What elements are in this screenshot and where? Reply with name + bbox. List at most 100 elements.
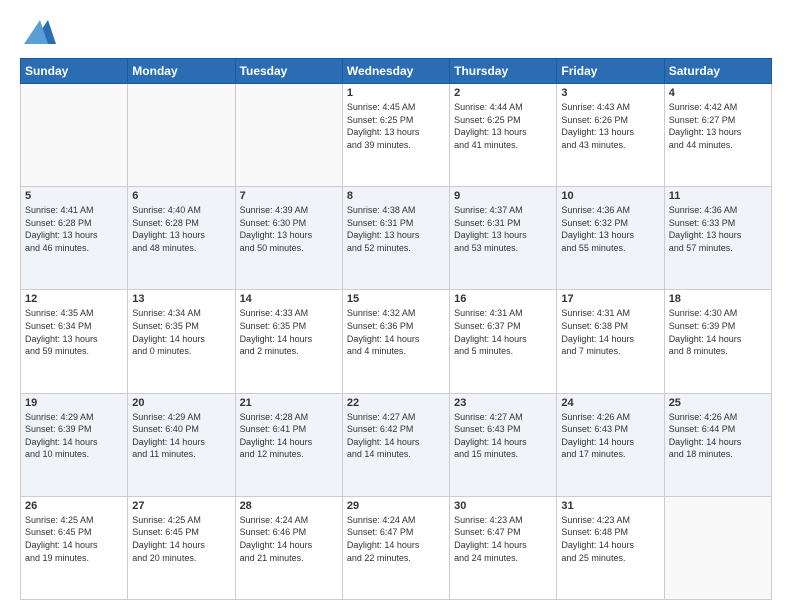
day-info: Sunrise: 4:31 AM Sunset: 6:38 PM Dayligh…	[561, 307, 659, 357]
logo-icon	[24, 16, 56, 48]
calendar-cell	[664, 496, 771, 599]
calendar-cell: 2Sunrise: 4:44 AM Sunset: 6:25 PM Daylig…	[450, 84, 557, 187]
day-info: Sunrise: 4:43 AM Sunset: 6:26 PM Dayligh…	[561, 101, 659, 151]
day-number: 9	[454, 190, 552, 202]
day-number: 31	[561, 500, 659, 512]
calendar-cell: 11 Sunrise: 4:36 AM Sunset: 6:33 PM Dayli…	[664, 187, 771, 290]
calendar-header-sunday: Sunday	[21, 59, 128, 84]
day-info: Sunrise: 4:33 AM Sunset: 6:35 PM Dayligh…	[240, 307, 338, 357]
calendar-header-friday: Friday	[557, 59, 664, 84]
calendar-cell: 14Sunrise: 4:33 AM Sunset: 6:35 PM Dayli…	[235, 290, 342, 393]
day-info: Sunrise: 4:24 AM Sunset: 6:46 PM Dayligh…	[240, 514, 338, 564]
header	[20, 16, 772, 48]
calendar-header-row: SundayMondayTuesdayWednesdayThursdayFrid…	[21, 59, 772, 84]
day-info: Sunrise: 4:41 AM Sunset: 6:28 PM Dayligh…	[25, 204, 123, 254]
day-info: Sunrise: 4:29 AM Sunset: 6:39 PM Dayligh…	[25, 411, 123, 461]
calendar-cell: 19 Sunrise: 4:29 AM Sunset: 6:39 PM Dayli…	[21, 393, 128, 496]
calendar-header-monday: Monday	[128, 59, 235, 84]
day-number: 18	[669, 293, 767, 305]
day-number: 27	[132, 500, 230, 512]
day-info: Sunrise: 4:45 AM Sunset: 6:25 PM Dayligh…	[347, 101, 445, 151]
calendar-cell: 21Sunrise: 4:28 AM Sunset: 6:41 PM Dayli…	[235, 393, 342, 496]
day-info: Sunrise: 4:23 AM Sunset: 6:47 PM Dayligh…	[454, 514, 552, 564]
day-number: 28	[240, 500, 338, 512]
calendar-header-saturday: Saturday	[664, 59, 771, 84]
day-info: Sunrise: 4:44 AM Sunset: 6:25 PM Dayligh…	[454, 101, 552, 151]
day-info: Sunrise: 4:32 AM Sunset: 6:36 PM Dayligh…	[347, 307, 445, 357]
day-info: Sunrise: 4:27 AM Sunset: 6:42 PM Dayligh…	[347, 411, 445, 461]
calendar-cell: 28 Sunrise: 4:24 AM Sunset: 6:46 PM Dayli…	[235, 496, 342, 599]
calendar-header-thursday: Thursday	[450, 59, 557, 84]
calendar-cell: 1 Sunrise: 4:45 AM Sunset: 6:25 PM Daylig…	[342, 84, 449, 187]
calendar-cell: 29 Sunrise: 4:24 AM Sunset: 6:47 PM Dayli…	[342, 496, 449, 599]
calendar-cell	[235, 84, 342, 187]
day-info: Sunrise: 4:26 AM Sunset: 6:44 PM Dayligh…	[669, 411, 767, 461]
day-number: 30	[454, 500, 552, 512]
day-info: Sunrise: 4:37 AM Sunset: 6:31 PM Dayligh…	[454, 204, 552, 254]
calendar-cell: 5 Sunrise: 4:41 AM Sunset: 6:28 PM Daylig…	[21, 187, 128, 290]
calendar-cell: 15 Sunrise: 4:32 AM Sunset: 6:36 PM Dayli…	[342, 290, 449, 393]
day-info: Sunrise: 4:24 AM Sunset: 6:47 PM Dayligh…	[347, 514, 445, 564]
day-number: 12	[25, 293, 123, 305]
calendar-table: SundayMondayTuesdayWednesdayThursdayFrid…	[20, 58, 772, 600]
day-info: Sunrise: 4:36 AM Sunset: 6:33 PM Dayligh…	[669, 204, 767, 254]
day-info: Sunrise: 4:40 AM Sunset: 6:28 PM Dayligh…	[132, 204, 230, 254]
day-number: 25	[669, 397, 767, 409]
calendar-cell: 12 Sunrise: 4:35 AM Sunset: 6:34 PM Dayli…	[21, 290, 128, 393]
calendar-cell: 23 Sunrise: 4:27 AM Sunset: 6:43 PM Dayli…	[450, 393, 557, 496]
logo	[20, 16, 56, 48]
day-number: 5	[25, 190, 123, 202]
calendar-week-row: 5 Sunrise: 4:41 AM Sunset: 6:28 PM Daylig…	[21, 187, 772, 290]
calendar-cell: 27 Sunrise: 4:25 AM Sunset: 6:45 PM Dayli…	[128, 496, 235, 599]
day-number: 26	[25, 500, 123, 512]
calendar-header-wednesday: Wednesday	[342, 59, 449, 84]
calendar-cell: 8Sunrise: 4:38 AM Sunset: 6:31 PM Daylig…	[342, 187, 449, 290]
day-number: 7	[240, 190, 338, 202]
day-info: Sunrise: 4:31 AM Sunset: 6:37 PM Dayligh…	[454, 307, 552, 357]
calendar-cell: 22 Sunrise: 4:27 AM Sunset: 6:42 PM Dayli…	[342, 393, 449, 496]
day-number: 19	[25, 397, 123, 409]
calendar-week-row: 19 Sunrise: 4:29 AM Sunset: 6:39 PM Dayli…	[21, 393, 772, 496]
day-number: 20	[132, 397, 230, 409]
calendar-week-row: 1 Sunrise: 4:45 AM Sunset: 6:25 PM Daylig…	[21, 84, 772, 187]
day-number: 22	[347, 397, 445, 409]
day-number: 4	[669, 87, 767, 99]
page: SundayMondayTuesdayWednesdayThursdayFrid…	[0, 0, 792, 612]
calendar-cell	[21, 84, 128, 187]
day-number: 21	[240, 397, 338, 409]
day-number: 17	[561, 293, 659, 305]
day-number: 29	[347, 500, 445, 512]
calendar-header-tuesday: Tuesday	[235, 59, 342, 84]
day-info: Sunrise: 4:35 AM Sunset: 6:34 PM Dayligh…	[25, 307, 123, 357]
calendar-cell	[128, 84, 235, 187]
day-info: Sunrise: 4:36 AM Sunset: 6:32 PM Dayligh…	[561, 204, 659, 254]
day-number: 6	[132, 190, 230, 202]
day-info: Sunrise: 4:39 AM Sunset: 6:30 PM Dayligh…	[240, 204, 338, 254]
calendar-cell: 17 Sunrise: 4:31 AM Sunset: 6:38 PM Dayli…	[557, 290, 664, 393]
day-info: Sunrise: 4:27 AM Sunset: 6:43 PM Dayligh…	[454, 411, 552, 461]
day-number: 16	[454, 293, 552, 305]
day-info: Sunrise: 4:26 AM Sunset: 6:43 PM Dayligh…	[561, 411, 659, 461]
day-info: Sunrise: 4:29 AM Sunset: 6:40 PM Dayligh…	[132, 411, 230, 461]
calendar-cell: 25 Sunrise: 4:26 AM Sunset: 6:44 PM Dayli…	[664, 393, 771, 496]
calendar-cell: 9 Sunrise: 4:37 AM Sunset: 6:31 PM Daylig…	[450, 187, 557, 290]
calendar-cell: 16 Sunrise: 4:31 AM Sunset: 6:37 PM Dayli…	[450, 290, 557, 393]
day-info: Sunrise: 4:30 AM Sunset: 6:39 PM Dayligh…	[669, 307, 767, 357]
calendar-cell: 6 Sunrise: 4:40 AM Sunset: 6:28 PM Daylig…	[128, 187, 235, 290]
day-number: 11	[669, 190, 767, 202]
calendar-cell: 13Sunrise: 4:34 AM Sunset: 6:35 PM Dayli…	[128, 290, 235, 393]
calendar-cell: 10Sunrise: 4:36 AM Sunset: 6:32 PM Dayli…	[557, 187, 664, 290]
calendar-week-row: 12 Sunrise: 4:35 AM Sunset: 6:34 PM Dayli…	[21, 290, 772, 393]
day-number: 23	[454, 397, 552, 409]
calendar-cell: 20 Sunrise: 4:29 AM Sunset: 6:40 PM Dayli…	[128, 393, 235, 496]
calendar-week-row: 26 Sunrise: 4:25 AM Sunset: 6:45 PM Dayli…	[21, 496, 772, 599]
calendar-cell: 31Sunrise: 4:23 AM Sunset: 6:48 PM Dayli…	[557, 496, 664, 599]
day-number: 15	[347, 293, 445, 305]
calendar-cell: 3Sunrise: 4:43 AM Sunset: 6:26 PM Daylig…	[557, 84, 664, 187]
calendar-cell: 30 Sunrise: 4:23 AM Sunset: 6:47 PM Dayli…	[450, 496, 557, 599]
day-number: 1	[347, 87, 445, 99]
day-info: Sunrise: 4:34 AM Sunset: 6:35 PM Dayligh…	[132, 307, 230, 357]
day-info: Sunrise: 4:25 AM Sunset: 6:45 PM Dayligh…	[132, 514, 230, 564]
calendar-cell: 4Sunrise: 4:42 AM Sunset: 6:27 PM Daylig…	[664, 84, 771, 187]
day-number: 24	[561, 397, 659, 409]
